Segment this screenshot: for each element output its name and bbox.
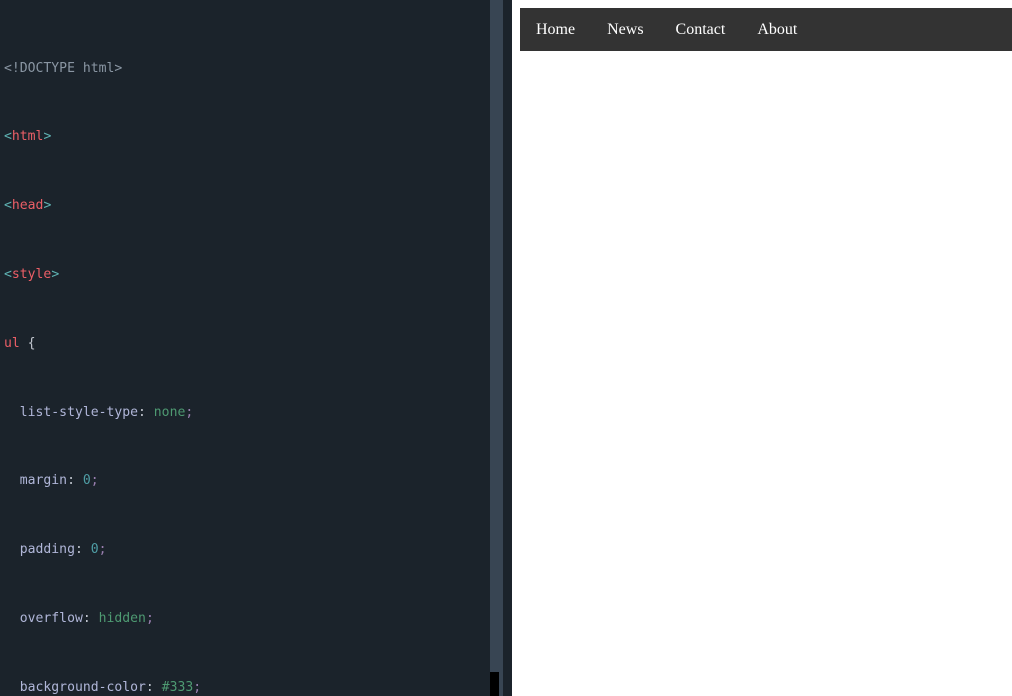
code-token-value: hidden xyxy=(98,610,146,626)
code-token-semicolon: ; xyxy=(98,542,107,558)
code-line: background-color: #333; xyxy=(2,679,486,696)
code-token-property: background-color xyxy=(4,679,146,695)
code-line: <style> xyxy=(2,266,486,283)
code-token-brace: { xyxy=(27,335,36,351)
code-token-colon: : xyxy=(82,610,91,626)
nav-link-news[interactable]: News xyxy=(591,8,659,51)
code-token-semicolon: ; xyxy=(90,473,99,489)
nav-link-home[interactable]: Home xyxy=(520,8,591,51)
split-view-editor-preview: <!DOCTYPE html> <html> <head> <style> ul… xyxy=(0,0,1012,696)
code-line: overflow: hidden; xyxy=(2,610,486,627)
code-token-punct: > xyxy=(43,129,52,145)
code-line: <head> xyxy=(2,197,486,214)
code-token-tag: html xyxy=(11,129,44,145)
preview-document-body: Home News Contact About xyxy=(520,8,1012,696)
code-token-punct: > xyxy=(51,267,60,282)
code-editor-pane[interactable]: <!DOCTYPE html> <html> <head> <style> ul… xyxy=(0,0,512,696)
navbar-item: Contact xyxy=(660,8,742,51)
code-token-property: list-style-type xyxy=(4,404,139,420)
code-token-semicolon: ; xyxy=(193,679,202,695)
code-token-colon: : xyxy=(74,542,83,558)
editor-scrollbar-track[interactable] xyxy=(490,0,503,696)
code-line: <html> xyxy=(2,128,486,145)
code-token-punct: < xyxy=(4,267,12,282)
navbar-item: About xyxy=(741,8,813,51)
code-line: ul { xyxy=(2,335,486,352)
nav-link-contact[interactable]: Contact xyxy=(660,8,742,51)
code-lines[interactable]: <!DOCTYPE html> <html> <head> <style> ul… xyxy=(2,8,486,696)
code-token-semicolon: ; xyxy=(145,610,154,626)
code-line: <!DOCTYPE html> xyxy=(2,60,486,77)
code-token-property: padding xyxy=(4,542,75,558)
code-token-tag: head xyxy=(11,198,44,214)
code-token-semicolon: ; xyxy=(185,404,194,420)
code-token-tag: style xyxy=(11,267,52,282)
editor-vertical-scrollbar[interactable] xyxy=(486,0,512,696)
code-token-property: margin xyxy=(4,473,68,489)
navbar-item: News xyxy=(591,8,659,51)
code-token-colon: : xyxy=(138,404,146,420)
code-token-number: 0 xyxy=(90,542,99,558)
code-token-value: none xyxy=(153,404,186,420)
code-line: margin: 0; xyxy=(2,472,486,489)
navbar-item: Home xyxy=(520,8,591,51)
preview-pane: Home News Contact About xyxy=(512,0,1012,696)
code-line: list-style-type: none; xyxy=(2,404,486,421)
preview-navbar: Home News Contact About xyxy=(520,8,1012,51)
code-line: padding: 0; xyxy=(2,541,486,558)
code-token-colon: : xyxy=(67,473,75,489)
code-token-punct: < xyxy=(4,129,12,145)
code-token-value: #333 xyxy=(161,679,194,695)
nav-link-about[interactable]: About xyxy=(741,8,813,51)
code-token-number: 0 xyxy=(82,473,91,489)
code-token-selector: ul xyxy=(4,335,20,351)
editor-scrollbar-thumb[interactable] xyxy=(490,672,499,696)
code-token-punct: < xyxy=(4,198,12,214)
code-token-property: overflow xyxy=(4,610,83,626)
code-editor-surface[interactable]: <!DOCTYPE html> <html> <head> <style> ul… xyxy=(0,0,486,696)
code-token-punct: > xyxy=(43,198,52,214)
code-token-colon: : xyxy=(145,679,154,695)
code-token-doctype: <!DOCTYPE html> xyxy=(4,60,123,76)
